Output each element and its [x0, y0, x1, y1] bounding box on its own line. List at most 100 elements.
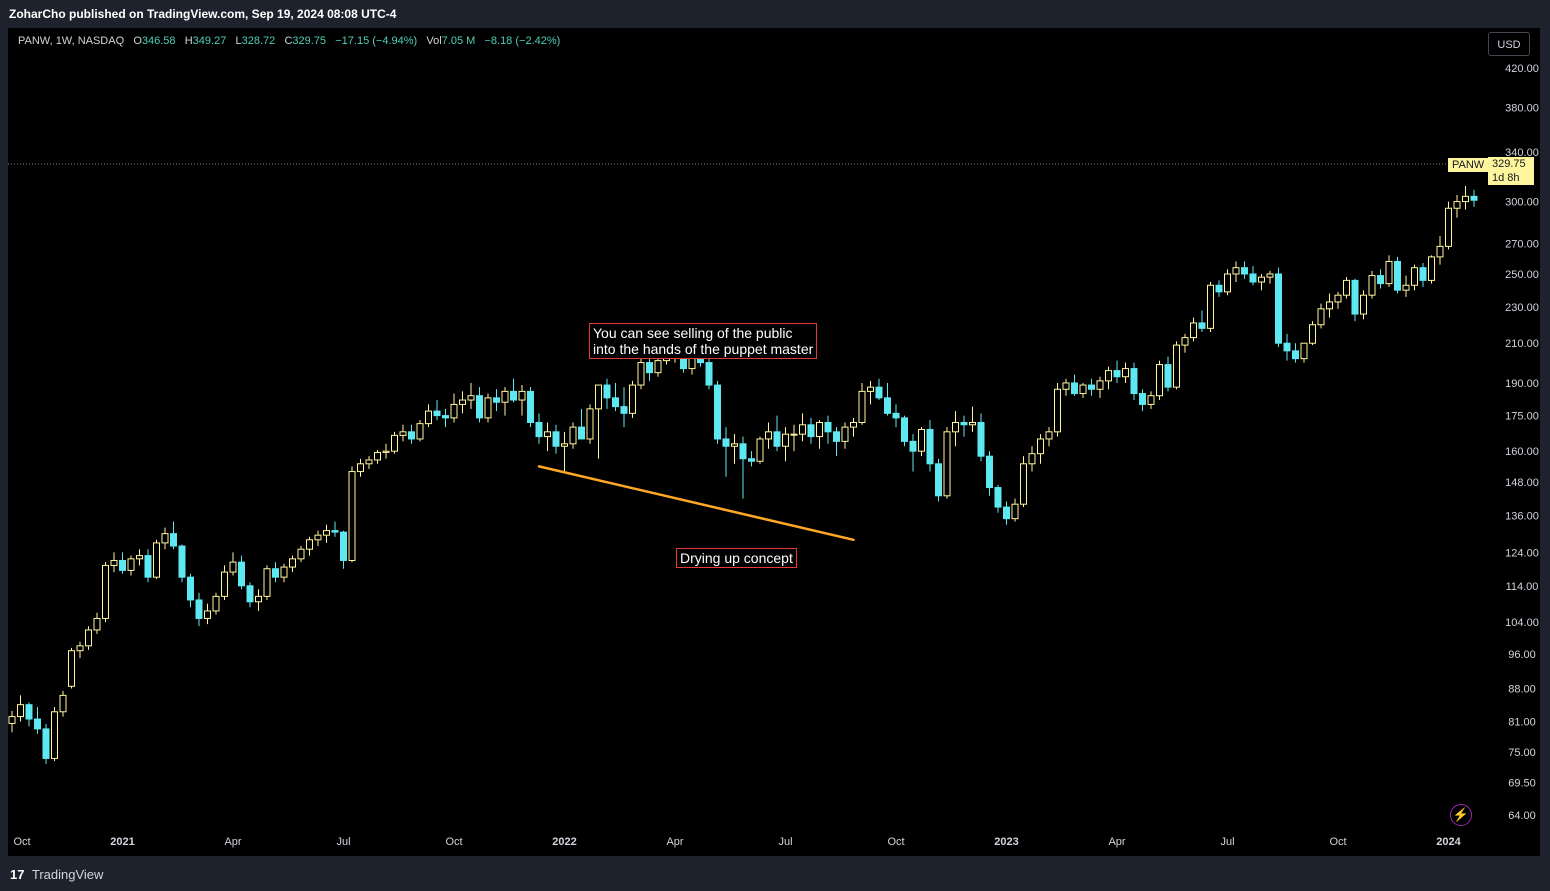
candle	[773, 415, 781, 452]
candle	[705, 358, 713, 390]
candle-body	[1283, 342, 1291, 352]
candle	[246, 582, 254, 608]
candle	[1249, 266, 1257, 286]
candle-body	[1130, 368, 1138, 395]
tradingview-logo-icon: 17	[10, 867, 25, 882]
y-tick-label: 420.00	[1505, 63, 1539, 75]
candle-body	[144, 555, 152, 578]
candle-body	[1462, 195, 1469, 203]
candle	[986, 451, 993, 496]
selling-annotation[interactable]: You can see selling of the public into t…	[589, 323, 818, 359]
candle	[1436, 236, 1444, 265]
drying-up-trendline	[537, 465, 855, 542]
x-tick-label: Apr	[1108, 836, 1125, 848]
candle-body	[1105, 370, 1112, 382]
candle-body	[969, 421, 976, 426]
candle	[501, 387, 509, 416]
candle-body	[1300, 342, 1308, 360]
candle-body	[748, 458, 755, 462]
candle-body	[1249, 273, 1257, 283]
candle	[637, 356, 645, 390]
candle	[799, 413, 806, 442]
candle-body	[85, 629, 92, 647]
candle	[603, 378, 611, 409]
y-tick-label: 88.00	[1508, 684, 1536, 696]
candle-body	[1275, 273, 1282, 344]
candle	[841, 422, 849, 449]
candle	[518, 385, 526, 416]
candle	[204, 603, 211, 625]
candle-body	[620, 406, 628, 414]
candle-body	[1122, 368, 1129, 378]
drying-annotation[interactable]: Drying up concept	[676, 548, 797, 568]
candle-body	[765, 431, 772, 440]
candle-body	[1224, 273, 1231, 293]
candle	[935, 458, 942, 502]
candle	[646, 356, 653, 381]
candle	[25, 702, 33, 727]
candle-body	[1054, 388, 1061, 433]
candle	[535, 413, 543, 444]
candle-body	[263, 568, 271, 597]
candle-body	[892, 412, 900, 419]
candle	[756, 436, 764, 464]
candle-body	[790, 433, 798, 436]
candle-body	[1139, 393, 1146, 405]
candle-body	[110, 559, 118, 566]
candle-body	[705, 362, 713, 386]
legend-open-key: O	[133, 35, 142, 47]
candle	[1173, 341, 1180, 390]
candle	[595, 384, 602, 459]
candle	[170, 521, 177, 550]
candle-body	[1011, 503, 1019, 520]
candle-body	[1045, 431, 1053, 440]
candle-body	[442, 415, 449, 419]
legend-vol-change: −8.18 (−2.42%)	[484, 35, 561, 47]
candle-body	[76, 645, 84, 652]
candle-body	[1411, 267, 1418, 286]
chart-frame[interactable]: 420.00 380.00 340.00 300.00 270.00 250.00 230.…	[8, 28, 1540, 856]
candle	[357, 458, 364, 477]
candle	[731, 434, 738, 464]
candle-body	[42, 728, 50, 759]
publisher-text: ZoharCho published on TradingView.com, S…	[9, 7, 397, 21]
candle-body	[722, 438, 730, 447]
candle	[1377, 269, 1384, 289]
y-tick-label: 160.00	[1505, 446, 1539, 458]
candle-body	[1385, 260, 1393, 285]
candlestick-chart[interactable]: 420.00380.00340.00300.00270.00250.00230.…	[8, 28, 1540, 856]
y-tick-label: 210.00	[1505, 338, 1539, 350]
candle-body	[569, 426, 577, 445]
candle	[467, 382, 475, 409]
candle	[178, 544, 186, 583]
candle	[782, 427, 789, 462]
candle	[1283, 333, 1291, 361]
candle-body	[272, 568, 279, 578]
candle	[943, 427, 951, 499]
candle	[739, 436, 747, 499]
time-axis: Oct 2021 Apr Jul Oct 2022 Apr Jul Oct 2023 Apr Jul O…	[13, 836, 1461, 848]
candle	[238, 555, 245, 590]
candle	[459, 391, 466, 414]
candle	[272, 562, 279, 583]
candle-body	[544, 431, 551, 438]
candle-body	[1003, 506, 1010, 520]
lightning-icon[interactable]: ⚡	[1450, 804, 1472, 826]
candle	[1292, 343, 1299, 363]
candle-body	[1037, 438, 1044, 455]
candle	[297, 546, 305, 563]
candle-body	[850, 421, 857, 428]
candle	[1045, 427, 1053, 447]
y-tick-label: 270.00	[1505, 238, 1539, 250]
symbol-price-tag: PANW	[1448, 158, 1489, 172]
candle-body	[1402, 284, 1410, 291]
candle	[875, 378, 883, 401]
candle-body	[255, 595, 262, 603]
candle	[1130, 362, 1138, 401]
candle	[127, 555, 135, 576]
currency-button[interactable]: USD	[1488, 32, 1530, 56]
candle	[1343, 277, 1350, 299]
candle-body	[391, 434, 398, 452]
y-tick-label: 300.00	[1505, 197, 1539, 209]
candle	[408, 424, 415, 444]
